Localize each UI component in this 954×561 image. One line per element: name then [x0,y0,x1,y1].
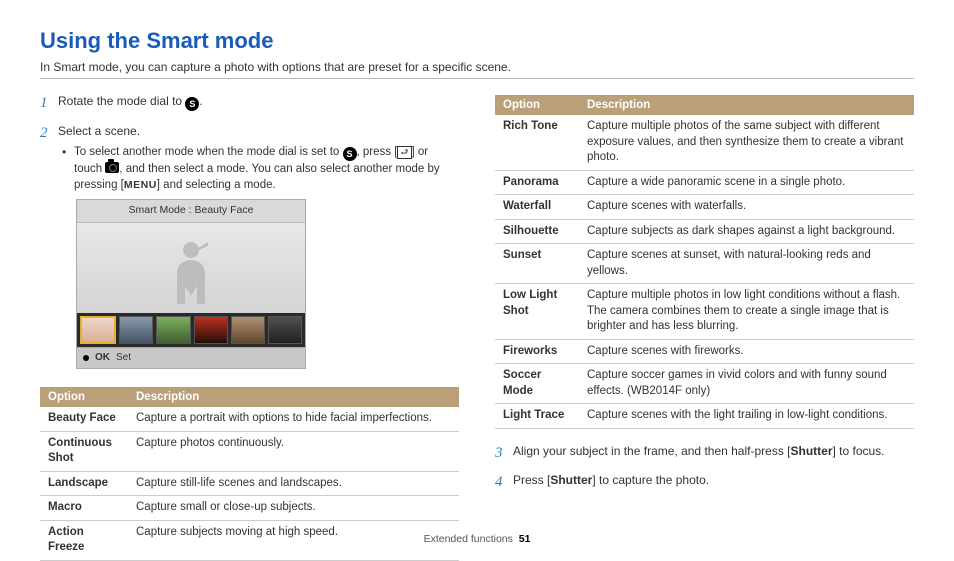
step-number: 1 [40,93,58,115]
ok-label: OK [95,351,110,366]
step-number: 2 [40,123,58,379]
step-number: 4 [495,472,513,494]
ok-dot-icon [83,355,89,361]
table-row: LandscapeCapture still-life scenes and l… [40,471,459,496]
option-name: Macro [40,496,128,521]
screenshot-title: Smart Mode : Beauty Face [77,200,305,222]
step-3-post: ] to focus. [832,444,884,458]
scene-thumbnails [77,313,305,347]
table-row: Continuous ShotCapture photos continuous… [40,431,459,471]
intro-text: In Smart mode, you can capture a photo w… [40,60,914,79]
option-description: Capture soccer games in vivid colors and… [579,364,914,404]
camera-icon [105,162,119,173]
option-name: Silhouette [495,219,579,244]
step-4: 4 Press [Shutter] to capture the photo. [495,472,914,494]
step-3-pre: Align your subject in the frame, and the… [513,444,790,458]
screenshot-footer: OK Set [77,347,305,369]
option-description: Capture scenes with the light trailing i… [579,404,914,429]
option-name: Panorama [495,170,579,195]
option-name: Continuous Shot [40,431,128,471]
option-name: Light Trace [495,404,579,429]
screenshot-preview [77,223,305,313]
right-column: Option Description Rich ToneCapture mult… [495,93,914,561]
option-name: Beauty Face [40,407,128,431]
th-option: Option [40,387,128,407]
person-silhouette-icon [166,234,216,309]
thumb-scene [268,316,302,344]
step-1: 1 Rotate the mode dial to S. [40,93,459,115]
smart-mode-dial-icon: S [185,97,199,111]
bullet-frag: To select another mode when the mode dia… [74,146,343,158]
footer-section: Extended functions [424,533,513,545]
thumb-scene [194,316,228,344]
option-description: Capture a portrait with options to hide … [128,407,459,431]
shutter-key: Shutter [790,444,832,458]
option-description: Capture scenes with waterfalls. [579,195,914,220]
th-description: Description [128,387,459,407]
bullet-frag: ] and selecting a mode. [157,179,276,191]
step-3: 3 Align your subject in the frame, and t… [495,443,914,465]
th-option: Option [495,95,579,115]
table-row: SilhouetteCapture subjects as dark shape… [495,219,914,244]
table-row: Low Light ShotCapture multiple photos in… [495,284,914,340]
options-table-right: Option Description Rich ToneCapture mult… [495,95,914,429]
option-description: Capture scenes with fireworks. [579,339,914,364]
option-name: Fireworks [495,339,579,364]
camera-screenshot: Smart Mode : Beauty Face [76,199,306,369]
menu-key: MENU [124,179,157,191]
step-1-text-pre: Rotate the mode dial to [58,94,185,108]
step-2-text: Select a scene. [58,123,459,140]
step-4-post: ] to capture the photo. [592,473,709,487]
page-title: Using the Smart mode [40,28,914,54]
option-description: Capture small or close-up subjects. [128,496,459,521]
step-1-text-post: . [199,94,202,108]
option-name: Sunset [495,244,579,284]
table-row: PanoramaCapture a wide panoramic scene i… [495,170,914,195]
th-description: Description [579,95,914,115]
table-row: Light TraceCapture scenes with the light… [495,404,914,429]
table-row: Rich ToneCapture multiple photos of the … [495,115,914,170]
table-row: WaterfallCapture scenes with waterfalls. [495,195,914,220]
table-row: Soccer ModeCapture soccer games in vivid… [495,364,914,404]
option-name: Landscape [40,471,128,496]
option-name: Waterfall [495,195,579,220]
thumb-scene [119,316,153,344]
thumb-scene [156,316,190,344]
page-footer: Extended functions 51 [0,533,954,545]
step-2-bullet: To select another mode when the mode dia… [74,144,459,193]
option-name: Soccer Mode [495,364,579,404]
table-row: SunsetCapture scenes at sunset, with nat… [495,244,914,284]
option-description: Capture subjects as dark shapes against … [579,219,914,244]
bullet-frag: , press [ [357,146,398,158]
left-column: 1 Rotate the mode dial to S. 2 Select a … [40,93,459,561]
option-description: Capture photos continuously. [128,431,459,471]
option-description: Capture multiple photos of the same subj… [579,115,914,170]
set-label: Set [116,351,131,366]
thumb-beauty-face [80,316,116,344]
option-name: Rich Tone [495,115,579,170]
option-name: Low Light Shot [495,284,579,340]
shutter-key: Shutter [550,473,592,487]
step-number: 3 [495,443,513,465]
footer-page-number: 51 [519,533,531,545]
table-row: MacroCapture small or close-up subjects. [40,496,459,521]
thumb-scene [231,316,265,344]
option-description: Capture scenes at sunset, with natural-l… [579,244,914,284]
table-row: Beauty FaceCapture a portrait with optio… [40,407,459,431]
option-description: Capture still-life scenes and landscapes… [128,471,459,496]
option-description: Capture multiple photos in low light con… [579,284,914,340]
smart-mode-dial-icon: S [343,147,357,161]
table-row: FireworksCapture scenes with fireworks. [495,339,914,364]
back-icon: ⮐ [397,146,411,159]
step-2: 2 Select a scene. To select another mode… [40,123,459,379]
step-4-pre: Press [ [513,473,550,487]
option-description: Capture a wide panoramic scene in a sing… [579,170,914,195]
